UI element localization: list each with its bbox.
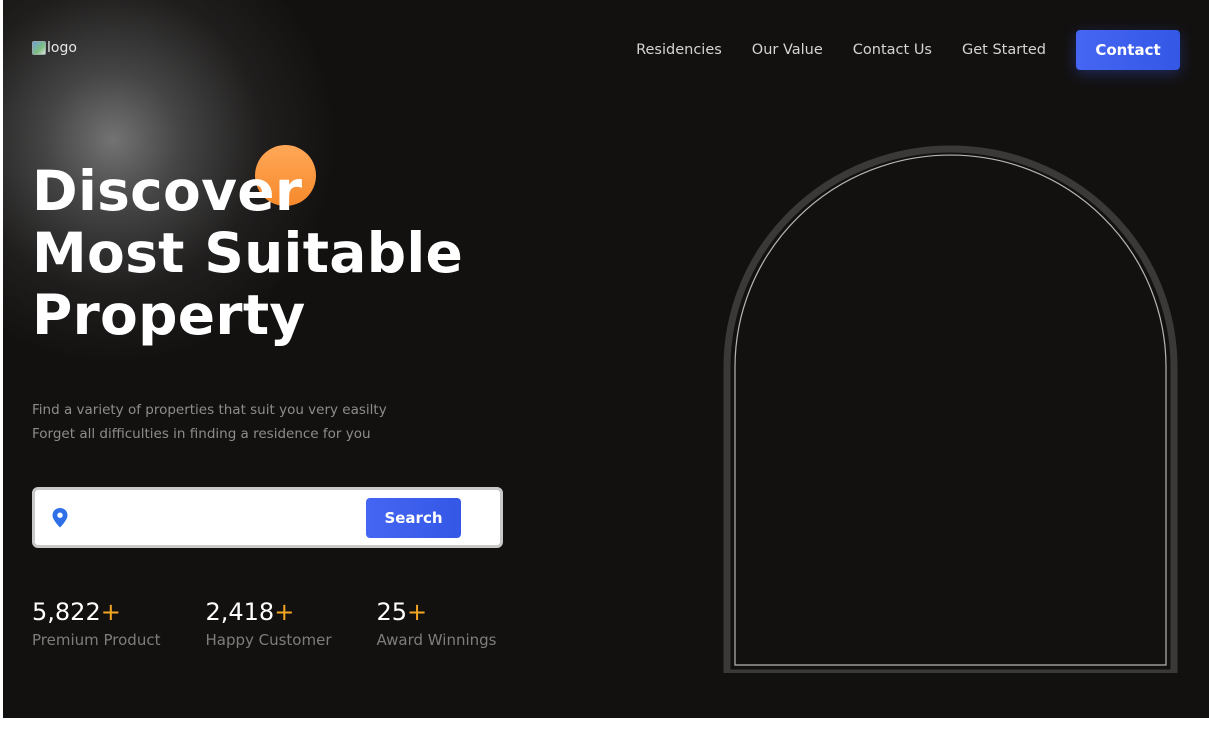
stat-number: 5,822+ — [32, 598, 121, 626]
nav-link-residencies[interactable]: Residencies — [636, 30, 722, 70]
hero-image-frame — [723, 145, 1178, 677]
location-pin-icon — [52, 508, 68, 528]
stats-row: 5,822+ Premium Product 2,418+ Happy Cust… — [32, 596, 542, 649]
hero-subtitle-line-2: Forget all difficulties in finding a res… — [32, 426, 371, 442]
stat-label: Happy Customer — [205, 631, 332, 649]
hero-title: Discover Most Suitable Property — [32, 160, 463, 346]
nav-link-our-value[interactable]: Our Value — [752, 30, 823, 70]
hero-title-line-3: Property — [32, 283, 306, 347]
stat-label: Award Winnings — [376, 631, 497, 649]
stat-number: 2,418+ — [205, 598, 295, 626]
search-bar: Search — [32, 487, 503, 548]
nav-link-contact-us[interactable]: Contact Us — [853, 30, 932, 70]
main-nav: Residencies Our Value Contact Us Get Sta… — [606, 30, 1180, 70]
contact-button[interactable]: Contact — [1076, 30, 1180, 70]
hero-title-line-2: Most Suitable — [32, 221, 464, 285]
stat-premium-product: 5,822+ Premium Product — [32, 596, 160, 649]
logo[interactable]: logo — [32, 40, 77, 56]
logo-alt-text: logo — [47, 40, 77, 56]
stat-number: 25+ — [376, 598, 428, 626]
stat-award-winnings: 25+ Award Winnings — [377, 596, 497, 649]
hero-subtitle-line-1: Find a variety of properties that suit y… — [32, 402, 387, 418]
nav-link-get-started[interactable]: Get Started — [962, 30, 1046, 70]
broken-image-icon — [32, 41, 46, 55]
hero-subtitle: Find a variety of properties that suit y… — [32, 398, 387, 446]
stat-happy-customer: 2,418+ Happy Customer — [205, 596, 331, 649]
stat-label: Premium Product — [32, 631, 161, 649]
hero-title-line-1: Discover — [32, 159, 303, 223]
search-input[interactable] — [79, 502, 359, 534]
arch-frame — [723, 145, 1178, 677]
hero-section: logo Residencies Our Value Contact Us Ge… — [3, 0, 1209, 718]
search-button[interactable]: Search — [366, 498, 461, 538]
